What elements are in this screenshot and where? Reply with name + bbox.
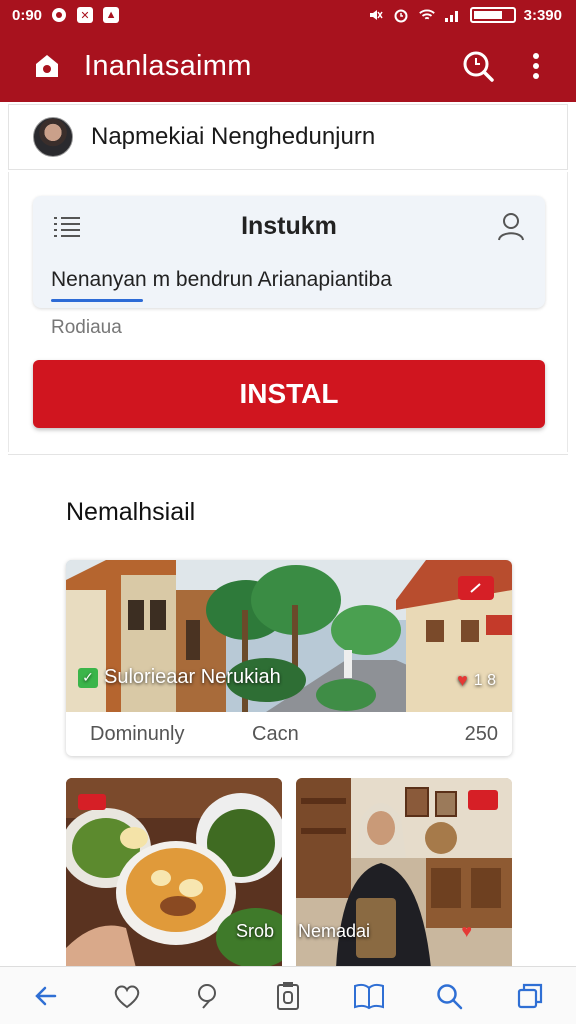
app-title: Inanlasaimm <box>84 49 252 82</box>
search-icon[interactable] <box>458 46 498 86</box>
heart-icon: ♥ <box>461 921 472 941</box>
grid-card-person[interactable]: Nemadai ♥ <box>296 778 512 968</box>
bottom-nav <box>0 966 576 1024</box>
section-title: Nemalhsiail <box>66 498 196 526</box>
home-icon[interactable] <box>32 51 62 81</box>
featured-label: Sulorieaar Nerukiah <box>104 666 281 688</box>
more-vert-icon[interactable] <box>516 46 556 86</box>
heart-icon: ♥ <box>457 670 468 690</box>
text-field[interactable]: Nenanyan m bendrun Arianapiantiba <box>51 268 392 292</box>
bookmark-tag-icon[interactable] <box>458 576 494 600</box>
food-caption: Srob <box>235 921 274 941</box>
meta-category: Cacn <box>252 722 299 745</box>
status-time-right: 3:390 <box>523 6 562 24</box>
divider <box>8 454 568 455</box>
signal-icon <box>444 6 462 24</box>
check-icon: ✓ <box>78 667 98 688</box>
meta-count: 250 <box>464 722 498 745</box>
mute-icon <box>366 6 384 24</box>
field-underline <box>51 299 143 302</box>
status-left: 0:90 ✕ ▲ <box>12 6 120 24</box>
featured-card[interactable]: ✓ Sulorieaar Nerukiah ♥ 1 8 Dominunly Ca… <box>66 560 512 756</box>
panel-title: Instukm <box>241 212 337 240</box>
meta-community: Dominunly <box>90 722 185 745</box>
profile-row[interactable]: Napmekiai Nenghedunjurn <box>8 104 568 170</box>
back-icon[interactable] <box>22 972 70 1020</box>
circle-icon <box>50 6 68 24</box>
notification-icon: ▲ <box>102 6 120 24</box>
featured-overlay: ✓ Sulorieaar Nerukiah <box>78 666 281 689</box>
featured-meta: Dominunly Cacn 250 <box>66 712 512 756</box>
wifi-icon <box>418 6 436 24</box>
battery-icon <box>469 7 516 23</box>
clipboard-icon[interactable] <box>264 972 312 1020</box>
profile-name: Napmekiai Nenghedunjurn <box>91 123 376 150</box>
install-button[interactable]: INSTAL <box>33 360 545 428</box>
heart-icon[interactable] <box>103 972 151 1020</box>
street-image <box>66 560 512 712</box>
status-time: 0:90 <box>12 6 43 24</box>
copy-icon[interactable] <box>506 972 554 1020</box>
search-icon[interactable] <box>425 972 473 1020</box>
install-card: Instukm Nenanyan m bendrun Arianapiantib… <box>8 172 568 452</box>
book-icon[interactable] <box>345 972 393 1020</box>
grid-card-food[interactable]: Srob <box>66 778 282 968</box>
alarm-icon <box>392 6 410 24</box>
status-bar: 0:90 ✕ ▲ 3:390 <box>0 0 576 30</box>
x-app-icon: ✕ <box>76 6 94 24</box>
person-caption: Nemadai <box>298 921 371 941</box>
comment-icon[interactable] <box>183 972 231 1020</box>
helper-text: Rodiaua <box>51 317 122 338</box>
avatar[interactable] <box>33 117 73 157</box>
install-panel: Instukm Nenanyan m bendrun Arianapiantib… <box>33 196 545 308</box>
featured-stats: ♥ 1 8 <box>457 670 496 691</box>
app-bar: Inanlasaimm <box>0 30 576 102</box>
featured-stat-count: 1 8 <box>473 671 496 689</box>
status-right: 3:390 <box>366 6 562 24</box>
user-icon[interactable] <box>495 210 527 242</box>
